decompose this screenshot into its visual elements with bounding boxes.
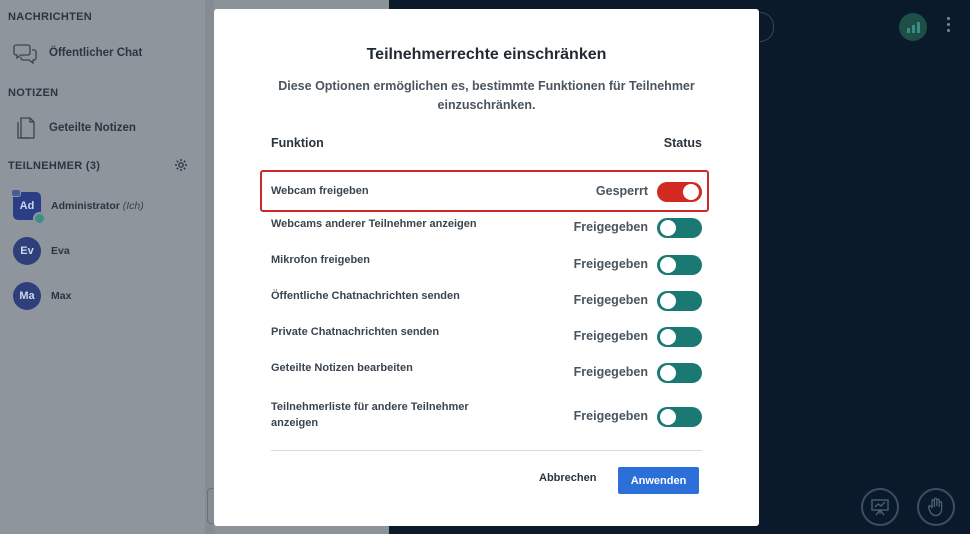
lock-row-label: Mikrofon freigeben bbox=[271, 254, 371, 266]
participant-name: Eva bbox=[51, 245, 70, 257]
column-header-function: Funktion bbox=[271, 136, 324, 150]
lock-row-user-list: Teilnehmerliste für andere Teilnehmer an… bbox=[271, 401, 702, 429]
participant-item-max[interactable]: Ma Max bbox=[13, 282, 71, 310]
lock-row-private-chat: Private Chatnachrichten senden Freigegeb… bbox=[271, 326, 702, 347]
toggle-knob bbox=[660, 220, 676, 236]
sidebar-item-label: Geteilte Notizen bbox=[49, 122, 136, 134]
avatar: Ad bbox=[11, 189, 46, 225]
participant-item-eva[interactable]: Ev Eva bbox=[13, 237, 70, 265]
lock-row-public-chat: Öffentliche Chatnachrichten senden Freig… bbox=[271, 290, 702, 311]
lock-row-status: Freigegeben bbox=[573, 329, 648, 343]
presentation-icon[interactable] bbox=[861, 488, 899, 526]
sidebar-item-public-chat[interactable]: Öffentlicher Chat bbox=[12, 40, 142, 66]
lock-row-status: Freigegeben bbox=[573, 293, 648, 307]
panel-divider bbox=[205, 0, 214, 534]
lock-settings-modal: Teilnehmerrechte einschränken Diese Opti… bbox=[214, 9, 759, 526]
lock-row-label: Webcam freigeben bbox=[271, 185, 369, 197]
microphone-toggle[interactable] bbox=[657, 255, 702, 275]
sidebar: NACHRICHTEN Öffentlicher Chat NOTIZEN Ge… bbox=[0, 0, 205, 534]
lock-row-status: Freigegeben bbox=[573, 365, 648, 379]
participant-self-label: (Ich) bbox=[122, 200, 144, 212]
sidebar-item-label: Öffentlicher Chat bbox=[49, 47, 143, 59]
lock-row-label: Geteilte Notizen bearbeiten bbox=[271, 362, 413, 374]
toggle-knob bbox=[660, 365, 676, 381]
participant-name: Max bbox=[51, 290, 72, 302]
moderator-badge bbox=[33, 212, 46, 225]
lock-row-label: Private Chatnachrichten senden bbox=[271, 326, 440, 338]
sidebar-item-shared-notes[interactable]: Geteilte Notizen bbox=[12, 115, 136, 141]
lock-row-status: Freigegeben bbox=[573, 257, 648, 271]
column-header-status: Status bbox=[663, 136, 702, 150]
notes-icon bbox=[12, 115, 38, 141]
messages-section-title: NACHRICHTEN bbox=[8, 11, 92, 23]
avatar: Ma bbox=[13, 282, 41, 310]
lock-row-microphone: Mikrofon freigeben Freigegeben bbox=[271, 254, 702, 275]
public-chat-toggle[interactable] bbox=[657, 291, 702, 311]
webcam-toggle[interactable] bbox=[657, 182, 702, 202]
avatar: Ev bbox=[13, 237, 41, 265]
raise-hand-icon[interactable] bbox=[917, 488, 955, 526]
user-list-toggle[interactable] bbox=[657, 407, 702, 427]
cancel-button[interactable]: Abbrechen bbox=[539, 472, 596, 484]
lock-row-status: Gesperrt bbox=[595, 184, 648, 198]
lock-row-see-other-webcams: Webcams anderer Teilnehmer anzeigen Frei… bbox=[271, 218, 702, 238]
participants-section-title: TEILNEHMER (3) bbox=[8, 160, 101, 172]
lock-row-status: Freigegeben bbox=[573, 220, 648, 234]
lock-row-label: Öffentliche Chatnachrichten senden bbox=[271, 290, 460, 302]
toggle-knob bbox=[660, 409, 676, 425]
toggle-knob bbox=[660, 257, 676, 273]
participant-item-administrator[interactable]: Ad Administrator (Ich) bbox=[11, 189, 144, 225]
participant-name: Administrator (Ich) bbox=[51, 200, 144, 212]
modal-title: Teilnehmerrechte einschränken bbox=[366, 46, 607, 63]
private-chat-toggle[interactable] bbox=[657, 327, 702, 347]
participant-name-text: Administrator bbox=[51, 200, 120, 212]
modal-divider bbox=[271, 450, 702, 451]
notes-section-title: NOTIZEN bbox=[8, 87, 59, 99]
avatar-initials: Ad bbox=[19, 200, 35, 212]
see-other-webcams-toggle[interactable] bbox=[657, 218, 702, 238]
shared-notes-toggle[interactable] bbox=[657, 363, 702, 383]
lock-row-label: Webcams anderer Teilnehmer anzeigen bbox=[271, 218, 477, 230]
gear-icon[interactable] bbox=[174, 158, 188, 172]
connection-status-icon[interactable] bbox=[899, 13, 927, 41]
lock-row-shared-notes: Geteilte Notizen bearbeiten Freigegeben bbox=[271, 362, 702, 383]
avatar-initials: Ma bbox=[19, 290, 35, 302]
chat-icon bbox=[12, 40, 38, 66]
more-options-icon[interactable] bbox=[943, 17, 953, 37]
lock-row-webcam: Webcam freigeben Gesperrt bbox=[271, 182, 702, 202]
toggle-knob bbox=[683, 184, 699, 200]
toggle-knob bbox=[660, 329, 676, 345]
modal-description: Diese Optionen ermöglichen es, bestimmte… bbox=[278, 79, 695, 112]
avatar-initials: Ev bbox=[20, 245, 34, 257]
apply-button[interactable]: Anwenden bbox=[618, 467, 699, 494]
presenter-indicator bbox=[11, 189, 21, 197]
lock-row-status: Freigegeben bbox=[573, 409, 648, 423]
toggle-knob bbox=[660, 293, 676, 309]
lock-row-label: Teilnehmerliste für andere Teilnehmer an… bbox=[271, 401, 469, 429]
